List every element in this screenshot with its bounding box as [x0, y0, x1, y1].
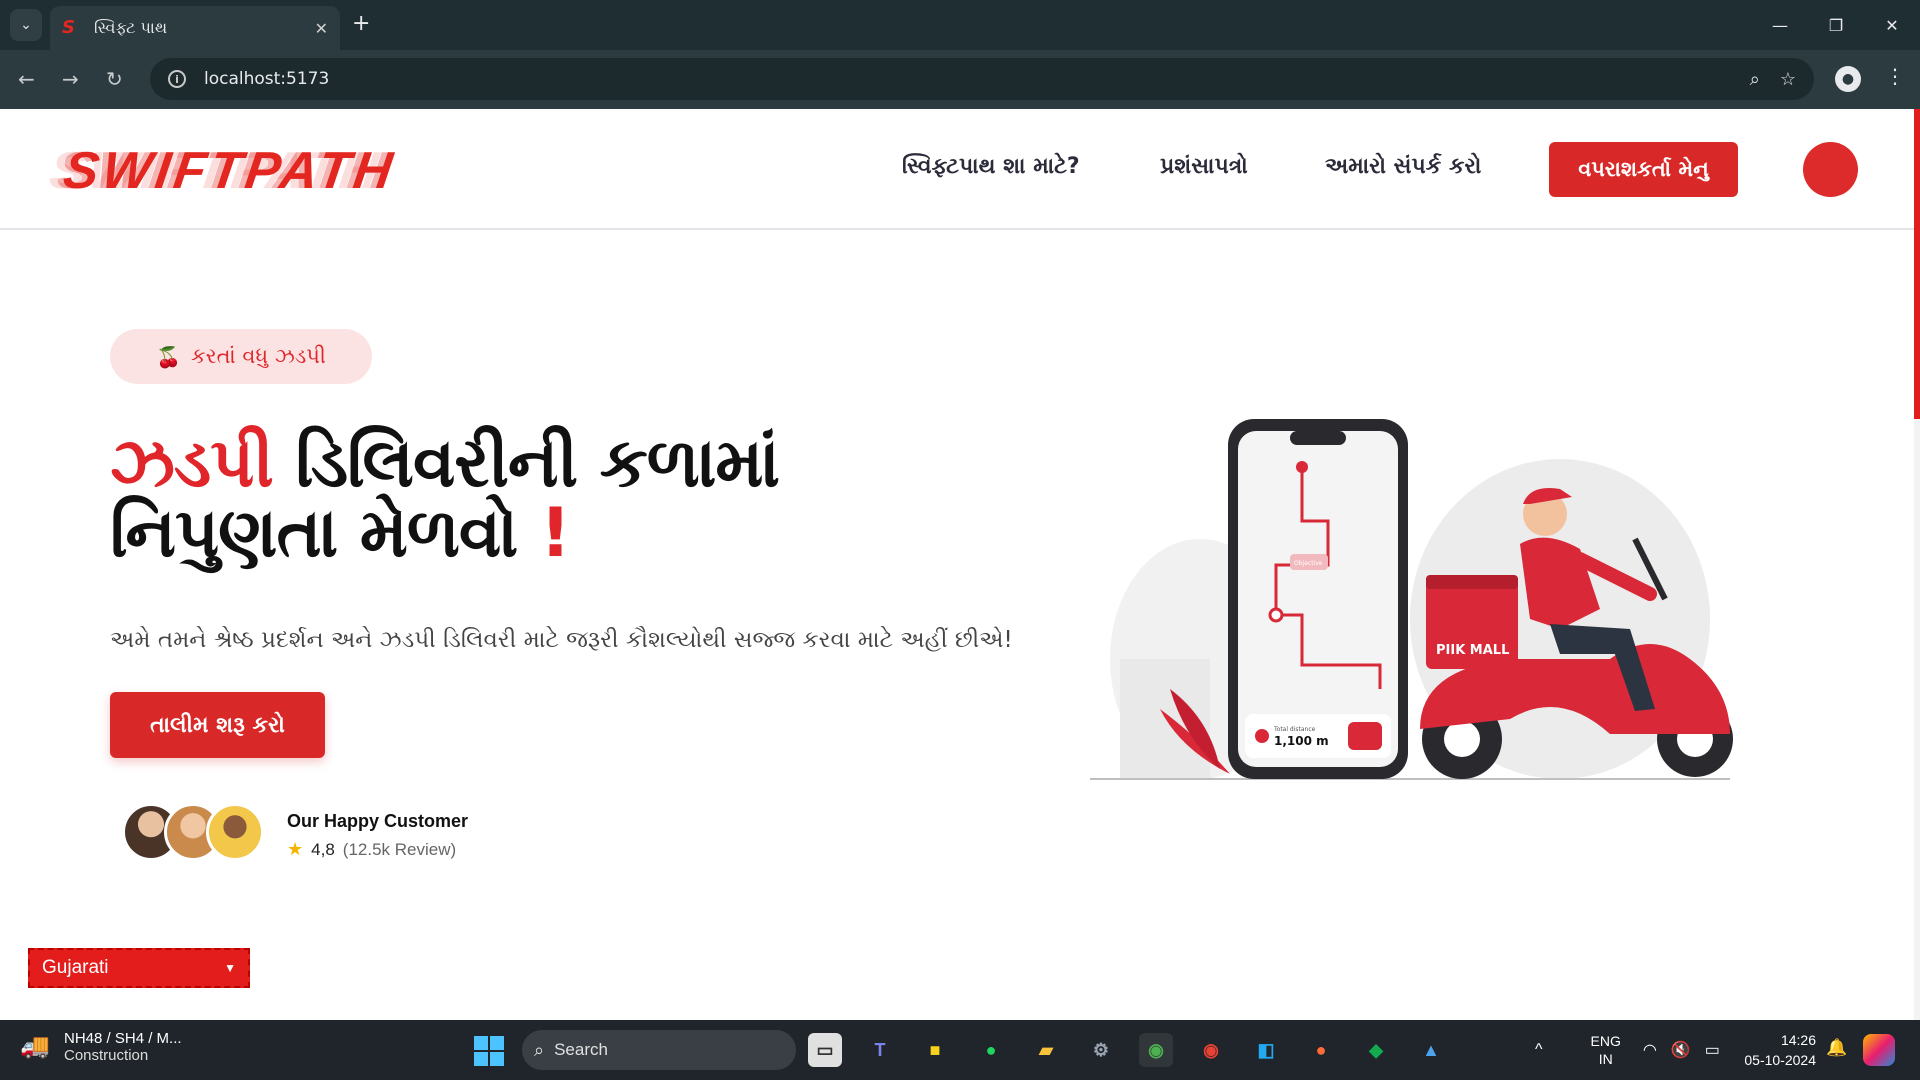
happy-customers: Our Happy Customer ★ 4,8 (12.5k Review)	[122, 803, 502, 867]
distance-label: Total distance	[1273, 726, 1316, 733]
zoom-icon[interactable]: ⌕	[1750, 69, 1760, 90]
taskbar-search-label: Search	[554, 1040, 608, 1059]
tab-close-icon[interactable]: ✕	[315, 19, 328, 38]
teams-icon[interactable]: T	[863, 1033, 897, 1067]
battery-icon[interactable]: ▭	[1705, 1040, 1720, 1060]
box-label: PIIK MALL	[1436, 643, 1509, 658]
hero-subtitle: અમે તમને શ્રેષ્ઠ પ્રદર્શન અને ઝડપી ડિલિવ…	[110, 627, 1013, 653]
mongodb-compass-icon[interactable]: ◆	[1359, 1033, 1393, 1067]
restore-button[interactable]: ❐	[1808, 0, 1864, 50]
settings-gear-icon[interactable]: ⚙	[1084, 1033, 1118, 1067]
site-info-icon[interactable]: i	[168, 70, 186, 88]
hero-title-line2: નિપુણતા મેળવો	[110, 494, 540, 573]
pin-label: Objective	[1294, 560, 1323, 567]
task-view-icon[interactable]: ▭	[808, 1033, 842, 1067]
language-select-value[interactable]: Gujarati	[42, 957, 224, 979]
widget-line2: Construction	[64, 1047, 149, 1064]
close-window-button[interactable]: ✕	[1864, 0, 1920, 50]
notification-bell-icon[interactable]: 🔔	[1826, 1038, 1847, 1058]
cherry-icon: 🍒	[156, 344, 181, 369]
tab-search-button[interactable]: ⌄	[10, 9, 42, 41]
review-count: (12.5k Review)	[342, 839, 457, 859]
region-code: IN	[1598, 1051, 1613, 1067]
hero-title: ઝડપી ડિલિવરીની કળામાં નિપુણતા મેળવો !	[110, 429, 780, 569]
spotify-icon[interactable]: ●	[974, 1033, 1008, 1067]
taskbar-search[interactable]: ⌕ Search	[522, 1030, 796, 1070]
rating-value: 4,8	[311, 839, 335, 859]
clock-date: 05-10-2024	[1744, 1052, 1816, 1068]
user-menu-button[interactable]: વપરાશકર્તા મેનુ	[1549, 142, 1738, 197]
page-scrollbar[interactable]	[1914, 109, 1920, 1020]
new-tab-button[interactable]: +	[352, 12, 370, 36]
user-avatar[interactable]	[1803, 142, 1858, 197]
customer-avatar-3	[206, 803, 264, 861]
customers-title: Our Happy Customer	[287, 811, 469, 831]
language-select[interactable]: Gujarati ▼	[28, 948, 250, 988]
photos-icon[interactable]: ▲	[1414, 1033, 1448, 1067]
delivery-scooter-illustration: Objective Total distance 1,100 m PIIK MA…	[1090, 419, 1733, 780]
windows-start-icon[interactable]	[474, 1036, 504, 1066]
forward-arrow-icon[interactable]: →	[62, 66, 79, 92]
window-controls: — ❐ ✕	[1752, 0, 1920, 50]
browser-tabstrip: ⌄ S સ્વિફ્ટ પાથ ✕ + — ❐ ✕	[0, 0, 1920, 50]
browser-toolbar: ← → ↻ i localhost:5173 ⌕ ☆ ● ⋮	[0, 50, 1920, 109]
site-header: SWIFTPATH સ્વિફ્ટપાથ શા માટે? પ્રશંસાપત્…	[0, 109, 1920, 230]
hero-title-line1: ડિલિવરીની કળામાં	[272, 424, 780, 503]
address-bar[interactable]: i localhost:5173 ⌕ ☆	[150, 58, 1814, 100]
vscode-icon[interactable]: ◧	[1249, 1033, 1283, 1067]
distance-value: 1,100 m	[1274, 734, 1329, 748]
profile-avatar-icon[interactable]: ●	[1835, 66, 1861, 92]
taskbar-clock[interactable]: 14:26 05-10-2024	[1736, 1030, 1816, 1070]
widget-line1: NH48 / SH4 / M...	[64, 1030, 182, 1047]
nav-contact-us[interactable]: અમારો સંપર્ક કરો	[1325, 154, 1481, 179]
search-icon: ⌕	[534, 1039, 545, 1060]
chrome-active-icon[interactable]: ◉	[1139, 1033, 1173, 1067]
start-training-button[interactable]: તાલીમ શરૂ કરો	[110, 692, 325, 758]
clock-time: 14:26	[1780, 1032, 1816, 1048]
sticky-notes-icon[interactable]: ■	[918, 1033, 952, 1067]
chrome-icon[interactable]: ◉	[1194, 1033, 1228, 1067]
bookmark-star-icon[interactable]: ☆	[1780, 69, 1796, 90]
copilot-icon[interactable]	[1863, 1034, 1895, 1066]
web-page: SWIFTPATH સ્વિફ્ટપાથ શા માટે? પ્રશંસાપત્…	[0, 109, 1920, 1020]
language-code: ENG	[1590, 1033, 1621, 1049]
browser-tab-active[interactable]: S સ્વિફ્ટ પાથ ✕	[50, 6, 340, 50]
tab-title: સ્વિફ્ટ પાથ	[94, 18, 168, 37]
traffic-truck-icon: 🚚	[20, 1033, 50, 1060]
nav-why-swiftpath[interactable]: સ્વિફ્ટપાથ શા માટે?	[902, 154, 1080, 179]
customers-rating: ★ 4,8 (12.5k Review)	[287, 839, 456, 860]
system-tray: ^ ENG IN ◠ 🔇 ▭	[1535, 1030, 1734, 1070]
star-icon: ★	[287, 839, 304, 859]
swiftpath-logo[interactable]: SWIFTPATH	[60, 141, 400, 201]
postman-icon[interactable]: ●	[1304, 1033, 1338, 1067]
speed-badge: 🍒 કરતાં વધુ ઝડપી	[110, 329, 372, 384]
nav-testimonials[interactable]: પ્રશંસાપત્રો	[1160, 154, 1248, 179]
minimize-button[interactable]: —	[1752, 0, 1808, 50]
back-arrow-icon[interactable]: ←	[18, 66, 35, 92]
scrollbar-thumb[interactable]	[1914, 109, 1920, 419]
chevron-up-icon[interactable]: ^	[1535, 1041, 1543, 1059]
wifi-icon[interactable]: ◠	[1643, 1040, 1657, 1060]
input-language[interactable]: ENG IN	[1591, 1032, 1621, 1068]
badge-text: કરતાં વધુ ઝડપી	[190, 344, 326, 368]
reload-icon[interactable]: ↻	[106, 66, 123, 92]
url-text[interactable]: localhost:5173	[204, 69, 1730, 89]
os-taskbar: 🚚 NH48 / SH4 / M... Construction ⌕ Searc…	[0, 1020, 1920, 1080]
volume-muted-icon[interactable]: 🔇	[1671, 1040, 1691, 1060]
browser-menu-icon[interactable]: ⋮	[1885, 64, 1905, 88]
file-explorer-icon[interactable]: ▰	[1029, 1033, 1063, 1067]
chevron-down-icon: ▼	[224, 961, 236, 975]
site-favicon-icon: S	[62, 17, 75, 38]
hero-title-exclaim: !	[539, 494, 571, 573]
hero-title-accent: ઝડપી	[110, 424, 274, 503]
weather-widget[interactable]: 🚚 NH48 / SH4 / M... Construction	[20, 1030, 182, 1064]
